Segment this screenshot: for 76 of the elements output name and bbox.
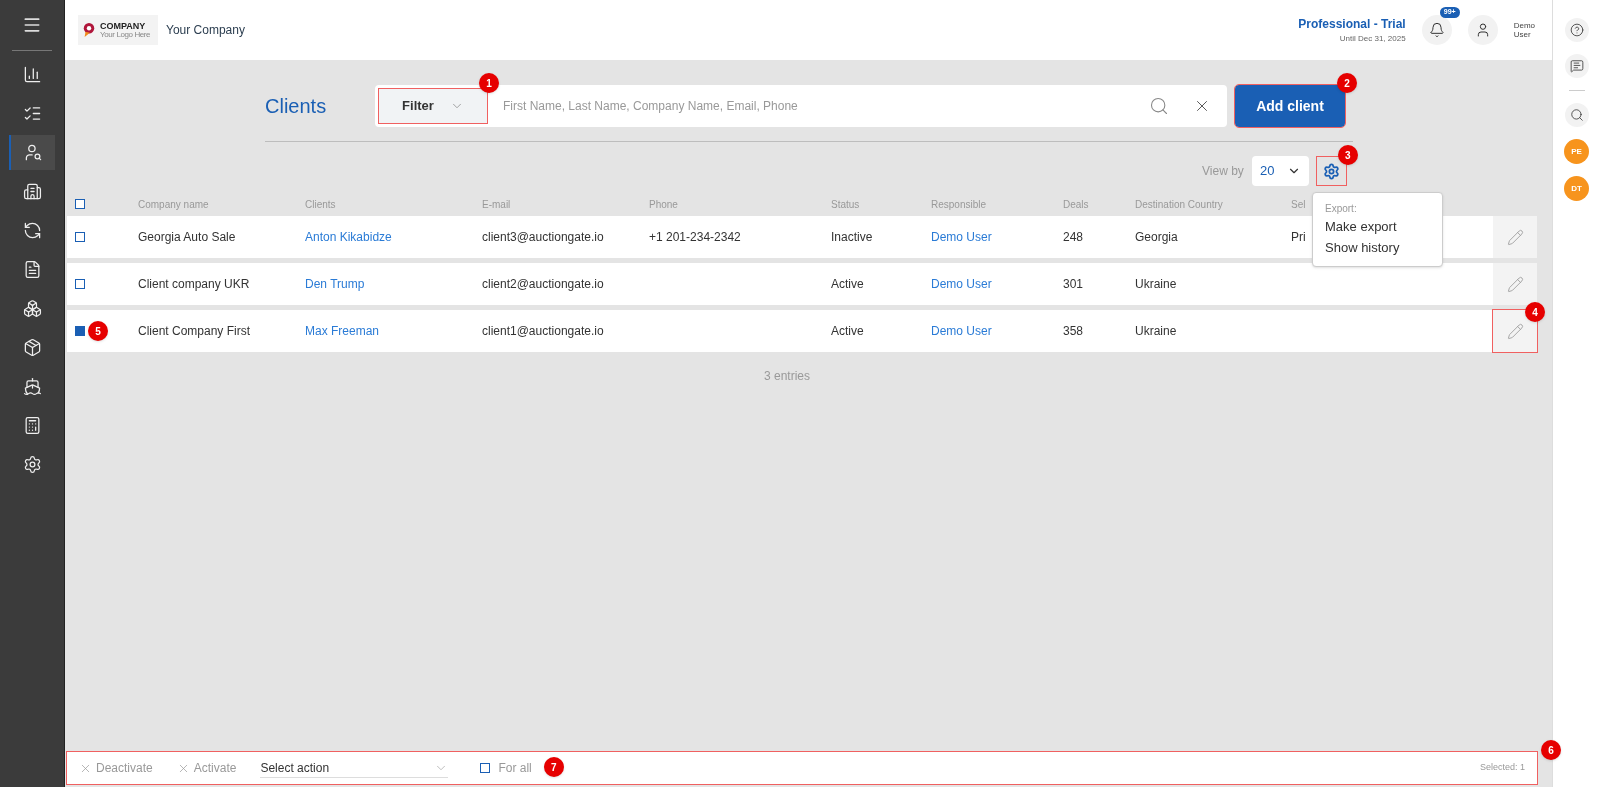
add-client-button[interactable]: Add client — [1235, 85, 1345, 127]
callout-badge: 6 — [1541, 740, 1561, 760]
column-header: Responsible — [931, 197, 987, 212]
table-cell-text: Active — [831, 323, 864, 340]
for-all-label: For all — [498, 760, 532, 777]
select-all-checkbox[interactable] — [75, 199, 85, 209]
chat-icon[interactable] — [1564, 54, 1589, 78]
column-header: Deals — [1063, 197, 1089, 212]
table-link[interactable]: Den Trump — [305, 275, 365, 293]
entries-count: 3 entries — [764, 368, 811, 385]
gear-icon — [1322, 162, 1340, 180]
table-cell-text: client1@auctiongate.io — [482, 323, 604, 340]
table-cell-text: Client Company First — [138, 323, 251, 340]
column-header: Status — [831, 197, 860, 212]
table-link[interactable]: Demo User — [931, 322, 992, 340]
row-checkbox[interactable] — [75, 279, 85, 289]
table-link[interactable]: Max Freeman — [305, 322, 380, 340]
column-header: Sel — [1291, 197, 1306, 212]
table-cell-text: Client company UKR — [138, 276, 250, 293]
menu-heading: Export: — [1325, 202, 1358, 216]
company-name: Your Company — [166, 22, 245, 39]
plan-name[interactable]: Professional - Trial — [1298, 15, 1406, 33]
table-cell-text: 248 — [1063, 229, 1084, 246]
users-icon[interactable] — [9, 135, 55, 170]
plan-expiry: Until Dec 31, 2025 — [1339, 33, 1406, 45]
notifications-button[interactable] — [1421, 15, 1452, 45]
table-cell-text: client3@auctiongate.io — [482, 229, 604, 246]
menu-item[interactable]: Make export — [1325, 216, 1430, 237]
action-select[interactable]: Select action — [260, 758, 449, 778]
menu-item[interactable]: Show history — [1325, 237, 1430, 258]
bell-icon — [1428, 22, 1445, 38]
callout-badge: 2 — [1337, 73, 1357, 93]
user-last-name: User — [1513, 30, 1532, 39]
table-cell-text: 358 — [1063, 323, 1084, 340]
for-all-checkbox[interactable] — [480, 763, 491, 773]
table-cell-text: +1 201-234-2342 — [649, 229, 741, 246]
edit-button[interactable] — [1493, 310, 1537, 352]
table-cell-text: Ukraine — [1135, 323, 1177, 340]
column-header: Clients — [305, 197, 336, 212]
table-link[interactable]: Anton Kikabidze — [305, 228, 392, 246]
table-link[interactable]: Demo User — [931, 228, 992, 246]
table-cell-text: Active — [831, 276, 864, 293]
column-header: Company name — [138, 197, 209, 212]
column-header: Destination Country — [1135, 197, 1223, 212]
pencil-icon — [1506, 275, 1524, 293]
pencil-icon — [1506, 322, 1524, 340]
table-cell-text: Pri — [1291, 229, 1306, 246]
column-header: E-mail — [482, 197, 511, 212]
search-icon[interactable] — [1564, 103, 1589, 127]
callout-badge: 3 — [1337, 145, 1358, 165]
table-cell-text: Inactive — [831, 229, 873, 246]
search-icon — [1149, 96, 1169, 116]
callout-badge: 1 — [479, 73, 499, 93]
selected-count: Selected: 1 — [1479, 761, 1525, 775]
pencil-icon — [1506, 228, 1524, 246]
page-size-select[interactable]: 20 — [1251, 156, 1309, 186]
page-title: Clients — [265, 94, 328, 119]
row-checkbox[interactable] — [75, 232, 85, 242]
table-row[interactable]: Client company UKR Den Trump client2@auctiongate.io Active Demo User 301 Ukraine — [67, 263, 1537, 305]
table-cell-text: Georgia — [1135, 229, 1178, 246]
user-first-name: Demo — [1513, 21, 1535, 30]
table-cell-text: Georgia Auto Sale — [138, 229, 236, 246]
column-header: Phone — [649, 197, 678, 212]
row-checkbox[interactable] — [75, 326, 85, 336]
view-by-label: View by — [1202, 163, 1244, 180]
table-cell-text: Ukraine — [1135, 276, 1177, 293]
company-logo: COMPANY Your Logo Here — [78, 15, 158, 45]
settings-button[interactable] — [1316, 157, 1346, 185]
help-icon[interactable] — [1564, 18, 1589, 42]
table-cell-text: 301 — [1063, 276, 1084, 293]
user-avatar[interactable] — [1467, 15, 1498, 45]
table-cell-text: client2@auctiongate.io — [482, 276, 604, 293]
callout-badge: 4 — [1525, 302, 1545, 322]
filter-dropdown[interactable]: Filter — [379, 89, 487, 123]
callout-badge: 7 — [543, 757, 564, 777]
table-link[interactable]: Demo User — [931, 275, 992, 293]
